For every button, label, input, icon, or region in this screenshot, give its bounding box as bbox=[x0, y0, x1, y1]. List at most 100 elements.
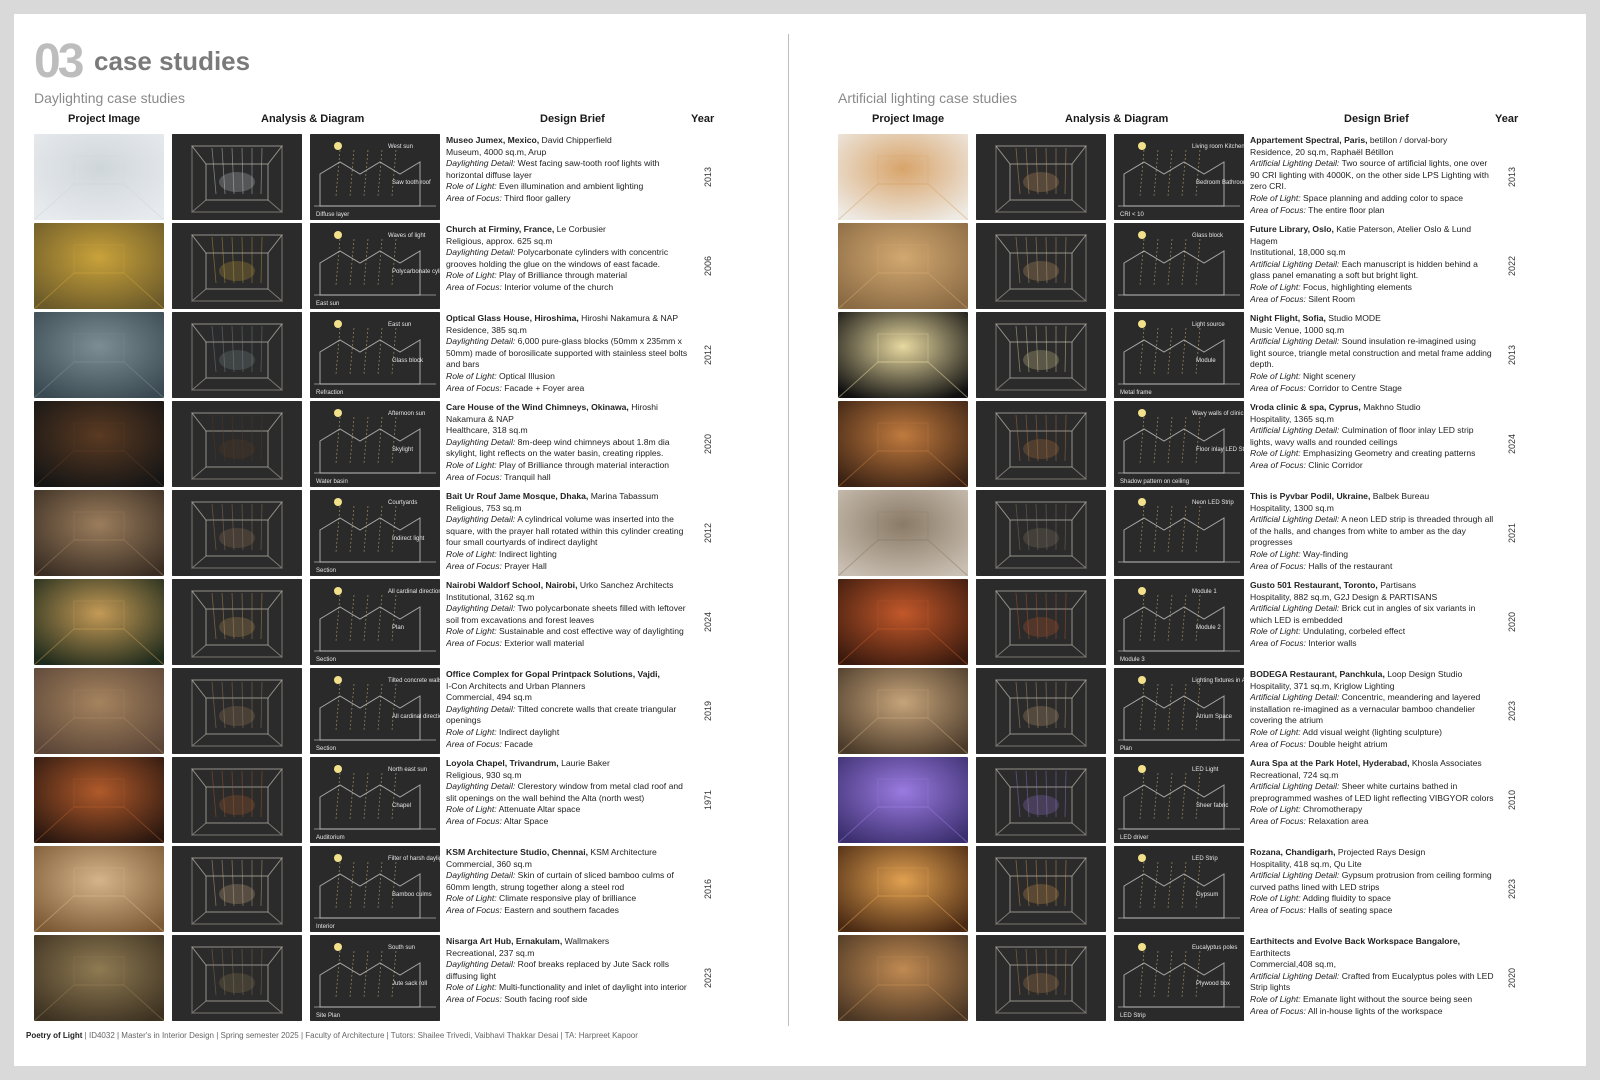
section-diagram: Filter of harsh daylight Bamboo culms Inte… bbox=[310, 846, 440, 932]
project-image bbox=[838, 223, 968, 309]
project-year: 2013 bbox=[1502, 311, 1522, 399]
diagram-label: Gypsum bbox=[1196, 892, 1218, 898]
focus-text: Interior volume of the church bbox=[504, 281, 614, 292]
diagram-label: Auditorium bbox=[316, 835, 345, 841]
design-brief: Appartement Spectral, Paris, betillon / … bbox=[1250, 135, 1494, 221]
detail-label: Daylighting Detail: bbox=[446, 959, 516, 970]
analysis-render bbox=[172, 757, 302, 843]
role-label: Role of Light: bbox=[446, 982, 497, 993]
design-brief: Museo Jumex, Mexico, David Chipperfield M… bbox=[446, 135, 690, 221]
analysis-image bbox=[976, 579, 1106, 665]
project-meta: Institutional, 3162 sq.m bbox=[446, 591, 535, 602]
project-meta: Hospitality, 1365 sq.m bbox=[1250, 413, 1334, 424]
project-meta: Commercial, 360 sq.m bbox=[446, 858, 532, 869]
diagram-image: South sun Jute sack roll Site Plan bbox=[310, 935, 440, 1021]
year-label: 2019 bbox=[703, 700, 713, 722]
role-label: Role of Light: bbox=[446, 726, 497, 737]
year-label: 2010 bbox=[1507, 789, 1517, 811]
sun-icon bbox=[1138, 320, 1146, 328]
section-diagram: Lighting fixtures in Atrium Atrium Space P… bbox=[1114, 668, 1244, 754]
project-photo bbox=[34, 935, 164, 1021]
project-title: Vroda clinic & spa, Cyprus, bbox=[1250, 402, 1361, 412]
year-label: 2023 bbox=[1507, 700, 1517, 722]
col-project-image: Project Image bbox=[872, 113, 945, 125]
focus-text: Tranquil hall bbox=[504, 471, 551, 482]
diagram-label: Plywood box bbox=[1196, 981, 1230, 987]
diagram-image: Wavy walls of clinic corridors Floor inla… bbox=[1114, 401, 1244, 487]
diagram-label: Module bbox=[1196, 358, 1216, 364]
project-meta: Recreational, 724 sq.m bbox=[1250, 769, 1339, 780]
project-title: Aura Spa at the Park Hotel, Hyderabad, bbox=[1250, 758, 1410, 768]
section-diagram: East sun Glass block Refraction bbox=[310, 312, 440, 398]
analysis-render bbox=[976, 490, 1106, 576]
focus-label: Area of Focus: bbox=[446, 560, 502, 571]
diagram-label: South sun bbox=[388, 945, 415, 951]
page-divider bbox=[788, 34, 789, 1026]
analysis-image bbox=[976, 490, 1106, 576]
case-study-row: Eucalyptus poles Plywood box LED Strip Eart… bbox=[838, 934, 1538, 1023]
case-study-row: Neon LED Strip This is Pyvbar Podil, Ukra… bbox=[838, 489, 1538, 578]
project-image bbox=[838, 579, 968, 665]
project-meta: Residence, 385 sq.m bbox=[446, 324, 527, 335]
year-label: 2024 bbox=[1507, 433, 1517, 455]
case-study-row: Lighting fixtures in Atrium Atrium Space P… bbox=[838, 667, 1538, 756]
project-image bbox=[838, 846, 968, 932]
case-study-row: Wavy walls of clinic corridors Floor inla… bbox=[838, 400, 1538, 489]
focus-label: Area of Focus: bbox=[1250, 637, 1306, 648]
project-title: Future Library, Oslo, bbox=[1250, 224, 1334, 234]
diagram-label: Waves of light bbox=[388, 233, 426, 239]
case-study-row: West sun Saw tooth roof Diffuse layer Museo… bbox=[34, 133, 734, 222]
section-diagram: West sun Saw tooth roof Diffuse layer bbox=[310, 134, 440, 220]
project-meta: Hospitality, 882 sq.m, G2J Design & PART… bbox=[1250, 591, 1438, 602]
focus-label: Area of Focus: bbox=[446, 471, 502, 482]
section-title: Artificial lighting case studies bbox=[838, 90, 1017, 106]
sun-icon bbox=[1138, 587, 1146, 595]
design-brief: Gusto 501 Restaurant, Toronto, Partisans… bbox=[1250, 580, 1494, 666]
focus-text: Clinic Corridor bbox=[1308, 459, 1363, 470]
diagram-label: Living room Kitchen etc. bbox=[1192, 144, 1244, 150]
project-image bbox=[838, 134, 968, 220]
project-image bbox=[34, 757, 164, 843]
focus-label: Area of Focus: bbox=[446, 738, 502, 749]
focus-label: Area of Focus: bbox=[1250, 1005, 1306, 1016]
focus-label: Area of Focus: bbox=[446, 815, 502, 826]
diagram-image: Glass block bbox=[1114, 223, 1244, 309]
detail-label: Artificial Lighting Detail: bbox=[1250, 514, 1340, 525]
project-author: Balbek Bureau bbox=[1372, 491, 1430, 501]
project-image bbox=[34, 401, 164, 487]
analysis-image bbox=[172, 401, 302, 487]
project-architect: I-Con Architects and Urban Planners bbox=[446, 680, 586, 691]
project-photo bbox=[838, 401, 968, 487]
daylighting-section: Daylighting case studies Project Image A… bbox=[34, 88, 734, 1023]
project-year: 2010 bbox=[1502, 756, 1522, 844]
detail-label: Artificial Lighting Detail: bbox=[1250, 336, 1340, 347]
focus-text: Facade + Foyer area bbox=[504, 382, 585, 393]
year-label: 2012 bbox=[703, 522, 713, 544]
role-text: Multi-functionality and inlet of dayligh… bbox=[499, 982, 687, 993]
detail-label: Artificial Lighting Detail: bbox=[1250, 970, 1340, 981]
year-label: 2013 bbox=[1507, 166, 1517, 188]
analysis-render bbox=[976, 935, 1106, 1021]
case-study-row: Glass block Future Library, Oslo, Katie P… bbox=[838, 222, 1538, 311]
analysis-render bbox=[976, 223, 1106, 309]
design-brief: Vroda clinic & spa, Cyprus, Makhno Studi… bbox=[1250, 402, 1494, 488]
detail-label: Artificial Lighting Detail: bbox=[1250, 258, 1340, 269]
analysis-render bbox=[976, 757, 1106, 843]
project-image bbox=[838, 312, 968, 398]
diagram-label: Polycarbonate cylinders bbox=[392, 269, 440, 275]
project-year: 2021 bbox=[1502, 489, 1522, 577]
diagram-label: Floor inlay LED Strip bbox=[1196, 447, 1244, 453]
project-image bbox=[34, 223, 164, 309]
design-brief: Bait Ur Rouf Jame Mosque, Dhaka, Marina … bbox=[446, 491, 690, 577]
diagram-label: Glass block bbox=[1192, 233, 1224, 239]
role-label: Role of Light: bbox=[446, 270, 497, 281]
diagram-label: CRI < 10 bbox=[1120, 212, 1145, 218]
focus-text: Halls of seating space bbox=[1308, 904, 1393, 915]
design-brief: This is Pyvbar Podil, Ukraine, Balbek Bu… bbox=[1250, 491, 1494, 577]
diagram-label: Lighting fixtures in Atrium bbox=[1192, 678, 1244, 684]
diagram-label: Bedroom Bathroom etc. bbox=[1196, 180, 1244, 186]
col-analysis: Analysis & Diagram bbox=[261, 113, 365, 125]
diagram-label: Section bbox=[316, 657, 336, 663]
diagram-label: East sun bbox=[388, 322, 411, 328]
analysis-render bbox=[976, 134, 1106, 220]
